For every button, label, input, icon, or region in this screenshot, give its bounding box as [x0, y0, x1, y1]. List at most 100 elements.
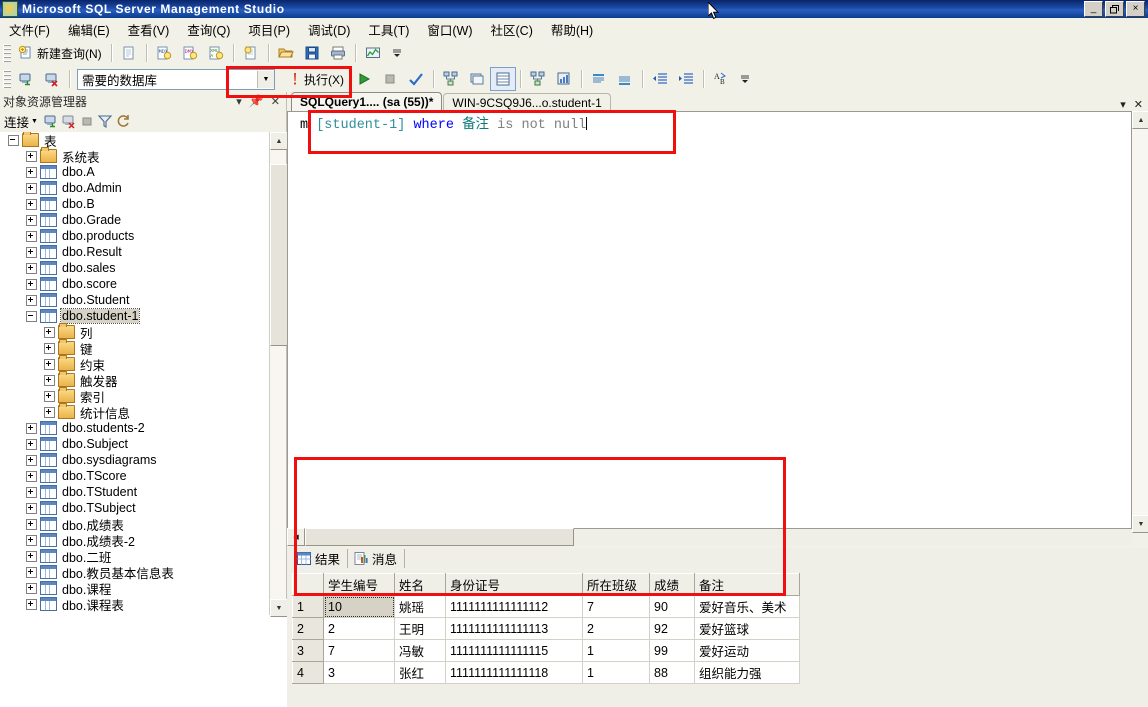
tree-node[interactable]: dbo.TScore — [0, 468, 270, 484]
tree-node[interactable]: dbo.课程 — [0, 580, 270, 597]
scroll-down-button[interactable]: ▼ — [270, 599, 288, 617]
results-to-file-button[interactable] — [612, 67, 638, 91]
tab-results[interactable]: 结果 — [293, 549, 349, 568]
tree-node[interactable]: dbo.sysdiagrams — [0, 452, 270, 468]
toolbar2-overflow-button[interactable] — [734, 67, 760, 91]
table-cell[interactable]: 张红 — [394, 661, 446, 684]
tab-dropdown-icon[interactable]: ▾ — [1120, 98, 1126, 111]
save-button[interactable] — [299, 41, 325, 65]
toolbar-grip[interactable] — [3, 70, 11, 88]
scroll-track[interactable] — [270, 346, 286, 599]
query-options-button[interactable] — [464, 67, 490, 91]
expand-icon[interactable] — [44, 358, 55, 370]
window-controls[interactable]: _ × — [1084, 1, 1148, 17]
expand-icon[interactable] — [26, 166, 37, 178]
menu-tools[interactable]: 工具(T) — [359, 18, 418, 41]
minimize-button[interactable]: _ — [1084, 1, 1103, 17]
table-cell[interactable]: 92 — [649, 617, 695, 640]
column-header-student-id[interactable]: 学生编号 — [323, 573, 395, 596]
table-cell[interactable]: 7 — [323, 639, 395, 662]
scroll-left-button[interactable]: ◀ — [287, 528, 305, 546]
menu-community[interactable]: 社区(C) — [482, 18, 542, 41]
tree-node[interactable]: dbo.Result — [0, 244, 270, 260]
tree-node[interactable]: dbo.Subject — [0, 436, 270, 452]
increase-indent-button[interactable] — [673, 67, 699, 91]
connect-object-explorer-button[interactable] — [13, 67, 39, 91]
tree-node[interactable]: 触发器 — [0, 371, 270, 389]
tree-node[interactable]: 列 — [0, 323, 270, 341]
column-header-class[interactable]: 所在班级 — [582, 573, 650, 596]
new-file-button[interactable] — [116, 41, 142, 65]
stop-button[interactable] — [377, 67, 403, 91]
menu-query[interactable]: 查询(Q) — [178, 18, 239, 41]
object-explorer-scrollbar[interactable]: ▲ ▼ — [269, 132, 288, 617]
new-query-button[interactable]: 新建查询(N) — [13, 41, 107, 65]
chevron-down-icon[interactable]: ▼ — [257, 70, 274, 88]
connect-button[interactable]: 连接 ▼ — [4, 112, 41, 131]
table-cell[interactable]: 99 — [649, 639, 695, 662]
toolbar-grip[interactable] — [3, 44, 11, 62]
table-cell[interactable]: 1111111111111112 — [445, 595, 583, 618]
table-cell[interactable]: 88 — [649, 661, 695, 684]
expand-icon[interactable] — [44, 326, 55, 338]
results-to-text-button[interactable] — [586, 67, 612, 91]
table-cell[interactable]: 7 — [582, 595, 650, 618]
tree-node[interactable]: 统计信息 — [0, 403, 270, 421]
column-header-remark[interactable]: 备注 — [694, 573, 800, 596]
sql-editor[interactable]: m [student-1] where 备注 is not null — [287, 111, 1132, 529]
expand-icon[interactable] — [26, 438, 37, 450]
row-header-cell[interactable]: 3 — [292, 639, 324, 662]
include-client-statistics-button[interactable] — [551, 67, 577, 91]
tab-student-1-table[interactable]: WIN-9CSQ9J6...o.student-1 — [443, 93, 611, 111]
new-blank-file-button[interactable] — [238, 41, 264, 65]
spell-check-button[interactable]: AB — [708, 67, 734, 91]
expand-icon[interactable] — [26, 230, 37, 242]
tab-messages[interactable]: 消息 — [350, 549, 406, 568]
menu-view[interactable]: 查看(V) — [119, 18, 179, 41]
tree-node[interactable]: dbo.课程表 — [0, 596, 270, 613]
expand-icon[interactable] — [44, 374, 55, 386]
tree-node[interactable]: dbo.TStudent — [0, 484, 270, 500]
expand-icon[interactable] — [26, 550, 37, 562]
table-cell[interactable]: 爱好运动 — [694, 639, 800, 662]
table-row[interactable]: 2 2 王明 1111111111111113 2 92 爱好篮球 — [292, 617, 800, 640]
table-cell[interactable]: 1111111111111113 — [445, 617, 583, 640]
tree-node[interactable]: dbo.students-2 — [0, 420, 270, 436]
expand-icon[interactable] — [26, 582, 37, 594]
tree-node[interactable]: 索引 — [0, 387, 270, 405]
tree-node[interactable]: dbo.sales — [0, 260, 270, 276]
tree-node[interactable]: 约束 — [0, 355, 270, 373]
column-header-id-number[interactable]: 身份证号 — [445, 573, 583, 596]
disconnect-icon[interactable] — [61, 113, 77, 129]
scroll-down-button[interactable]: ▼ — [1132, 515, 1148, 533]
table-cell[interactable]: 爱好音乐、美术 — [694, 595, 800, 618]
scroll-thumb[interactable] — [270, 164, 288, 346]
row-header-cell[interactable]: 1 — [292, 595, 324, 618]
new-xmla-query-button[interactable]: XML A — [203, 41, 229, 65]
disconnect-button[interactable] — [39, 67, 65, 91]
tab-sqlquery1[interactable]: SQLQuery1.... (sa (55))* — [291, 92, 443, 111]
scroll-track[interactable] — [1132, 129, 1148, 515]
editor-horizontal-scrollbar[interactable]: ◀ — [287, 528, 1132, 546]
expand-icon[interactable] — [26, 182, 37, 194]
sql-code-line[interactable]: m [student-1] where 备注 is not null — [288, 112, 1131, 134]
tree-node[interactable]: 系统表 — [0, 147, 270, 165]
tree-node[interactable]: dbo.products — [0, 228, 270, 244]
collapse-icon[interactable] — [8, 134, 19, 146]
new-mdx-query-button[interactable]: MDX — [151, 41, 177, 65]
menu-edit[interactable]: 编辑(E) — [59, 18, 119, 41]
grid-corner-cell[interactable] — [292, 573, 324, 596]
scroll-up-button[interactable]: ▲ — [1132, 111, 1148, 129]
expand-icon[interactable] — [44, 390, 55, 402]
database-selector[interactable]: 需要的数据库 ▼ — [77, 68, 275, 90]
table-cell[interactable]: 冯敏 — [394, 639, 446, 662]
expand-icon[interactable] — [26, 518, 37, 530]
scroll-up-button[interactable]: ▲ — [270, 132, 288, 150]
tree-node[interactable]: dbo.教员基本信息表 — [0, 564, 270, 581]
filter-icon[interactable] — [97, 113, 113, 129]
expand-icon[interactable] — [44, 342, 55, 354]
column-header-name[interactable]: 姓名 — [394, 573, 446, 596]
activity-monitor-button[interactable] — [360, 41, 386, 65]
table-cell[interactable]: 2 — [323, 617, 395, 640]
display-estimated-plan-button[interactable] — [438, 67, 464, 91]
